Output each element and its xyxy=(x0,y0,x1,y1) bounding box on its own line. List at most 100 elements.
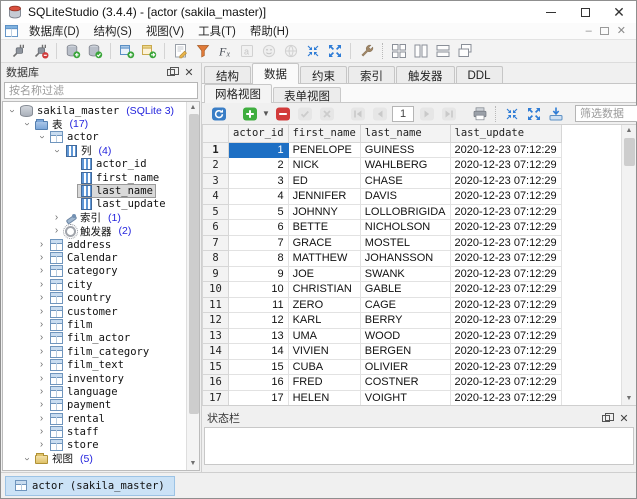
tree-item-rental[interactable]: ›rental xyxy=(3,412,186,425)
commit-changes-button[interactable] xyxy=(294,104,315,124)
grid-cell[interactable]: CUBA xyxy=(288,359,360,375)
tab-structure[interactable]: 结构 xyxy=(204,66,251,84)
tab-data[interactable]: 数据 xyxy=(252,63,299,84)
grid-cell[interactable]: FRED xyxy=(288,375,360,391)
grid-cell[interactable]: ED xyxy=(288,173,360,189)
row-header[interactable]: 15 xyxy=(203,359,229,375)
row-header[interactable]: 14 xyxy=(203,344,229,360)
scrollbar-thumb[interactable] xyxy=(189,114,199,414)
close-button[interactable]: ✕ xyxy=(602,1,636,23)
column-header-first_name[interactable]: first_name xyxy=(288,125,360,142)
grid-cell[interactable]: VOIGHT xyxy=(360,390,450,406)
add-database-icon[interactable] xyxy=(62,41,83,61)
tree-expander-icon[interactable]: › xyxy=(36,414,47,424)
scrollbar-thumb[interactable] xyxy=(624,138,635,166)
menu-item-view[interactable]: 视图(V) xyxy=(139,22,191,40)
tree-item-film-text[interactable]: ›film_text xyxy=(3,358,186,371)
grid-cell[interactable]: PENELOPE xyxy=(288,142,360,158)
grid-cell[interactable]: 2020-12-23 07:12:29 xyxy=(450,328,561,344)
grid-cell[interactable]: 17 xyxy=(229,390,289,406)
row-header[interactable]: 6 xyxy=(203,220,229,236)
grid-cell[interactable]: 2020-12-23 07:12:29 xyxy=(450,344,561,360)
tree-item-columns[interactable]: ›列(4) xyxy=(3,144,186,157)
tree-item-actor[interactable]: ›actor xyxy=(3,131,186,144)
mdi-minimize-icon[interactable]: – xyxy=(586,26,592,36)
function-editor-icon[interactable]: Fx xyxy=(214,41,235,61)
tree-expander-icon[interactable]: › xyxy=(36,240,47,250)
row-header[interactable]: 11 xyxy=(203,297,229,313)
grid-corner-cell[interactable] xyxy=(203,125,229,142)
row-header[interactable]: 16 xyxy=(203,375,229,391)
grid-cell[interactable]: MATTHEW xyxy=(288,251,360,267)
taskbar-tab[interactable]: actor (sakila_master) xyxy=(5,476,175,496)
tree-expander-icon[interactable]: › xyxy=(36,440,47,450)
minimize-button[interactable] xyxy=(534,1,568,23)
grid-cell[interactable]: KARL xyxy=(288,313,360,329)
close-panel-icon[interactable]: ✕ xyxy=(182,66,196,78)
tab-constraints[interactable]: 约束 xyxy=(300,66,347,84)
grid-cell[interactable]: OLIVIER xyxy=(360,359,450,375)
row-header[interactable]: 5 xyxy=(203,204,229,220)
grid-cell[interactable]: 2020-12-23 07:12:29 xyxy=(450,189,561,205)
column-header-actor_id[interactable]: actor_id xyxy=(229,125,289,142)
grid-cell[interactable]: BERRY xyxy=(360,313,450,329)
collation-editor-icon[interactable]: a xyxy=(236,41,257,61)
tree-scrollbar[interactable]: ▲ ▼ xyxy=(186,102,199,470)
grid-cell[interactable]: 16 xyxy=(229,375,289,391)
maximize-button[interactable] xyxy=(568,1,602,23)
column-header-last_name[interactable]: last_name xyxy=(360,125,450,142)
row-header[interactable]: 7 xyxy=(203,235,229,251)
tree-expander-icon[interactable]: › xyxy=(36,320,47,330)
grid-cell[interactable]: UMA xyxy=(288,328,360,344)
row-header[interactable]: 17 xyxy=(203,390,229,406)
tree-expander-icon[interactable]: › xyxy=(7,105,17,116)
grid-cell[interactable]: 15 xyxy=(229,359,289,375)
grid-cell[interactable]: GABLE xyxy=(360,282,450,298)
grid-cell[interactable]: JENNIFER xyxy=(288,189,360,205)
menu-item-database[interactable]: 数据库(D) xyxy=(22,22,86,40)
grid-cell[interactable]: 8 xyxy=(229,251,289,267)
grid-cell[interactable]: 2020-12-23 07:12:29 xyxy=(450,173,561,189)
tree-expander-icon[interactable]: › xyxy=(22,119,32,130)
tree-expander-icon[interactable]: › xyxy=(36,266,47,276)
grid-cell[interactable]: LOLLOBRIGIDA xyxy=(360,204,450,220)
grid-cell[interactable]: 7 xyxy=(229,235,289,251)
grid-cell[interactable]: 5 xyxy=(229,204,289,220)
tree-item-language[interactable]: ›language xyxy=(3,385,186,398)
tile-horizontal-icon[interactable] xyxy=(432,41,453,61)
grid-cell[interactable]: SWANK xyxy=(360,266,450,282)
tree-expander-icon[interactable]: › xyxy=(36,427,47,437)
grid-cell[interactable]: VIVIEN xyxy=(288,344,360,360)
tab-grid-view[interactable]: 网格视图 xyxy=(204,84,272,103)
tree-item-calendar[interactable]: ›Calendar xyxy=(3,251,186,264)
tree-item-customer[interactable]: ›customer xyxy=(3,305,186,318)
grid-cell[interactable]: NICK xyxy=(288,158,360,174)
homepage-icon[interactable] xyxy=(280,41,301,61)
grid-cell[interactable]: GRACE xyxy=(288,235,360,251)
fit-columns-icon[interactable] xyxy=(501,104,522,124)
scroll-down-icon[interactable]: ▼ xyxy=(622,393,637,405)
tree-expander-icon[interactable]: › xyxy=(36,400,47,410)
page-number-field[interactable]: 1 xyxy=(392,106,414,122)
menu-item-structure[interactable]: 结构(S) xyxy=(86,22,138,40)
grid-cell[interactable]: JOHANSSON xyxy=(360,251,450,267)
grid-cell[interactable]: 2020-12-23 07:12:29 xyxy=(450,235,561,251)
grid-cell[interactable]: 11 xyxy=(229,297,289,313)
grid-cell[interactable]: 10 xyxy=(229,282,289,298)
refresh-table-data-button[interactable] xyxy=(208,104,229,124)
tree-expander-icon[interactable]: › xyxy=(51,226,62,236)
close-panel-icon[interactable]: ✕ xyxy=(617,412,631,424)
grid-cell[interactable]: NICHOLSON xyxy=(360,220,450,236)
delete-row-button[interactable] xyxy=(272,104,293,124)
tab-ddl[interactable]: DDL xyxy=(456,66,503,84)
tree-expander-icon[interactable]: › xyxy=(52,145,62,156)
configuration-icon[interactable] xyxy=(356,41,377,61)
expand-columns-icon[interactable] xyxy=(523,104,544,124)
tree-item-city[interactable]: ›city xyxy=(3,278,186,291)
grid-cell[interactable]: MOSTEL xyxy=(360,235,450,251)
menu-item-help[interactable]: 帮助(H) xyxy=(243,22,296,40)
tile-vertical-icon[interactable] xyxy=(410,41,431,61)
remove-database-icon[interactable] xyxy=(84,41,105,61)
tree-item-views[interactable]: ›视图(5) xyxy=(3,452,186,465)
tree-expander-icon[interactable]: › xyxy=(36,307,47,317)
